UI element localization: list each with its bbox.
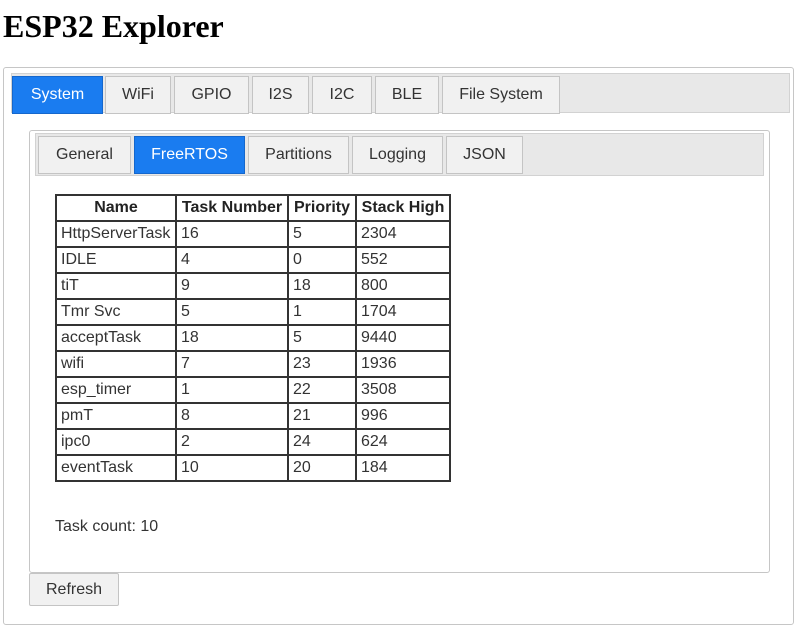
task-priority: 24	[287, 428, 357, 456]
main-tabbar: System WiFi GPIO I2S I2C BLE File System	[11, 73, 790, 114]
table-row: wifi 7 23 1936	[55, 350, 451, 378]
task-stack-high: 624	[355, 428, 451, 456]
task-table: Name Task Number Priority Stack High Htt…	[55, 194, 451, 482]
task-stack-high: 1936	[355, 350, 451, 378]
refresh-button[interactable]: Refresh	[29, 573, 119, 606]
sub-tabbar: General FreeRTOS Partitions Logging JSON	[35, 133, 764, 176]
table-row: IDLE 4 0 552	[55, 246, 451, 274]
task-number: 9	[175, 272, 289, 300]
header-stack-high: Stack High	[355, 194, 451, 222]
task-stack-high: 3508	[355, 376, 451, 404]
tab-partitions[interactable]: Partitions	[248, 136, 349, 174]
task-priority: 18	[287, 272, 357, 300]
task-stack-high: 9440	[355, 324, 451, 352]
task-stack-high: 996	[355, 402, 451, 430]
task-number: 16	[175, 220, 289, 248]
task-name: wifi	[55, 350, 177, 378]
table-row: ipc0 2 24 624	[55, 428, 451, 456]
task-stack-high: 2304	[355, 220, 451, 248]
tab-i2c[interactable]: I2C	[312, 76, 372, 114]
task-name: IDLE	[55, 246, 177, 274]
tab-general[interactable]: General	[38, 136, 131, 174]
page-title: ESP32 Explorer	[3, 8, 224, 44]
header-task-number: Task Number	[175, 194, 289, 222]
table-row: pmT 8 21 996	[55, 402, 451, 430]
tab-ble[interactable]: BLE	[375, 76, 439, 114]
table-header-row: Name Task Number Priority Stack High	[55, 194, 451, 222]
task-number: 8	[175, 402, 289, 430]
table-row: eventTask 10 20 184	[55, 454, 451, 482]
header-name: Name	[55, 194, 177, 222]
task-priority: 5	[287, 324, 357, 352]
task-stack-high: 800	[355, 272, 451, 300]
task-name: HttpServerTask	[55, 220, 177, 248]
table-row: Tmr Svc 5 1 1704	[55, 298, 451, 326]
task-name: pmT	[55, 402, 177, 430]
task-number: 18	[175, 324, 289, 352]
task-stack-high: 1704	[355, 298, 451, 326]
tab-wifi[interactable]: WiFi	[105, 76, 171, 114]
task-name: eventTask	[55, 454, 177, 482]
task-number: 2	[175, 428, 289, 456]
task-name: esp_timer	[55, 376, 177, 404]
task-name: Tmr Svc	[55, 298, 177, 326]
tab-logging[interactable]: Logging	[352, 136, 443, 174]
table-row: esp_timer 1 22 3508	[55, 376, 451, 404]
freertos-panel: General FreeRTOS Partitions Logging JSON…	[29, 130, 770, 573]
tab-freertos[interactable]: FreeRTOS	[134, 136, 245, 174]
table-row: tiT 9 18 800	[55, 272, 451, 300]
table-row: HttpServerTask 16 5 2304	[55, 220, 451, 248]
table-row: acceptTask 18 5 9440	[55, 324, 451, 352]
tab-i2s[interactable]: I2S	[252, 76, 309, 114]
task-priority: 21	[287, 402, 357, 430]
task-number: 4	[175, 246, 289, 274]
task-number: 10	[175, 454, 289, 482]
task-stack-high: 184	[355, 454, 451, 482]
task-stack-high: 552	[355, 246, 451, 274]
task-priority: 23	[287, 350, 357, 378]
task-name: ipc0	[55, 428, 177, 456]
task-priority: 20	[287, 454, 357, 482]
tab-gpio[interactable]: GPIO	[174, 76, 249, 114]
task-priority: 22	[287, 376, 357, 404]
tab-file-system[interactable]: File System	[442, 76, 560, 114]
task-priority: 0	[287, 246, 357, 274]
header-priority: Priority	[287, 194, 357, 222]
task-number: 5	[175, 298, 289, 326]
task-number: 1	[175, 376, 289, 404]
tab-system[interactable]: System	[12, 76, 103, 114]
task-name: tiT	[55, 272, 177, 300]
task-count: Task count: 10	[55, 518, 159, 535]
task-priority: 1	[287, 298, 357, 326]
system-panel: System WiFi GPIO I2S I2C BLE File System…	[3, 67, 794, 625]
task-number: 7	[175, 350, 289, 378]
task-priority: 5	[287, 220, 357, 248]
task-name: acceptTask	[55, 324, 177, 352]
tab-json[interactable]: JSON	[446, 136, 523, 174]
